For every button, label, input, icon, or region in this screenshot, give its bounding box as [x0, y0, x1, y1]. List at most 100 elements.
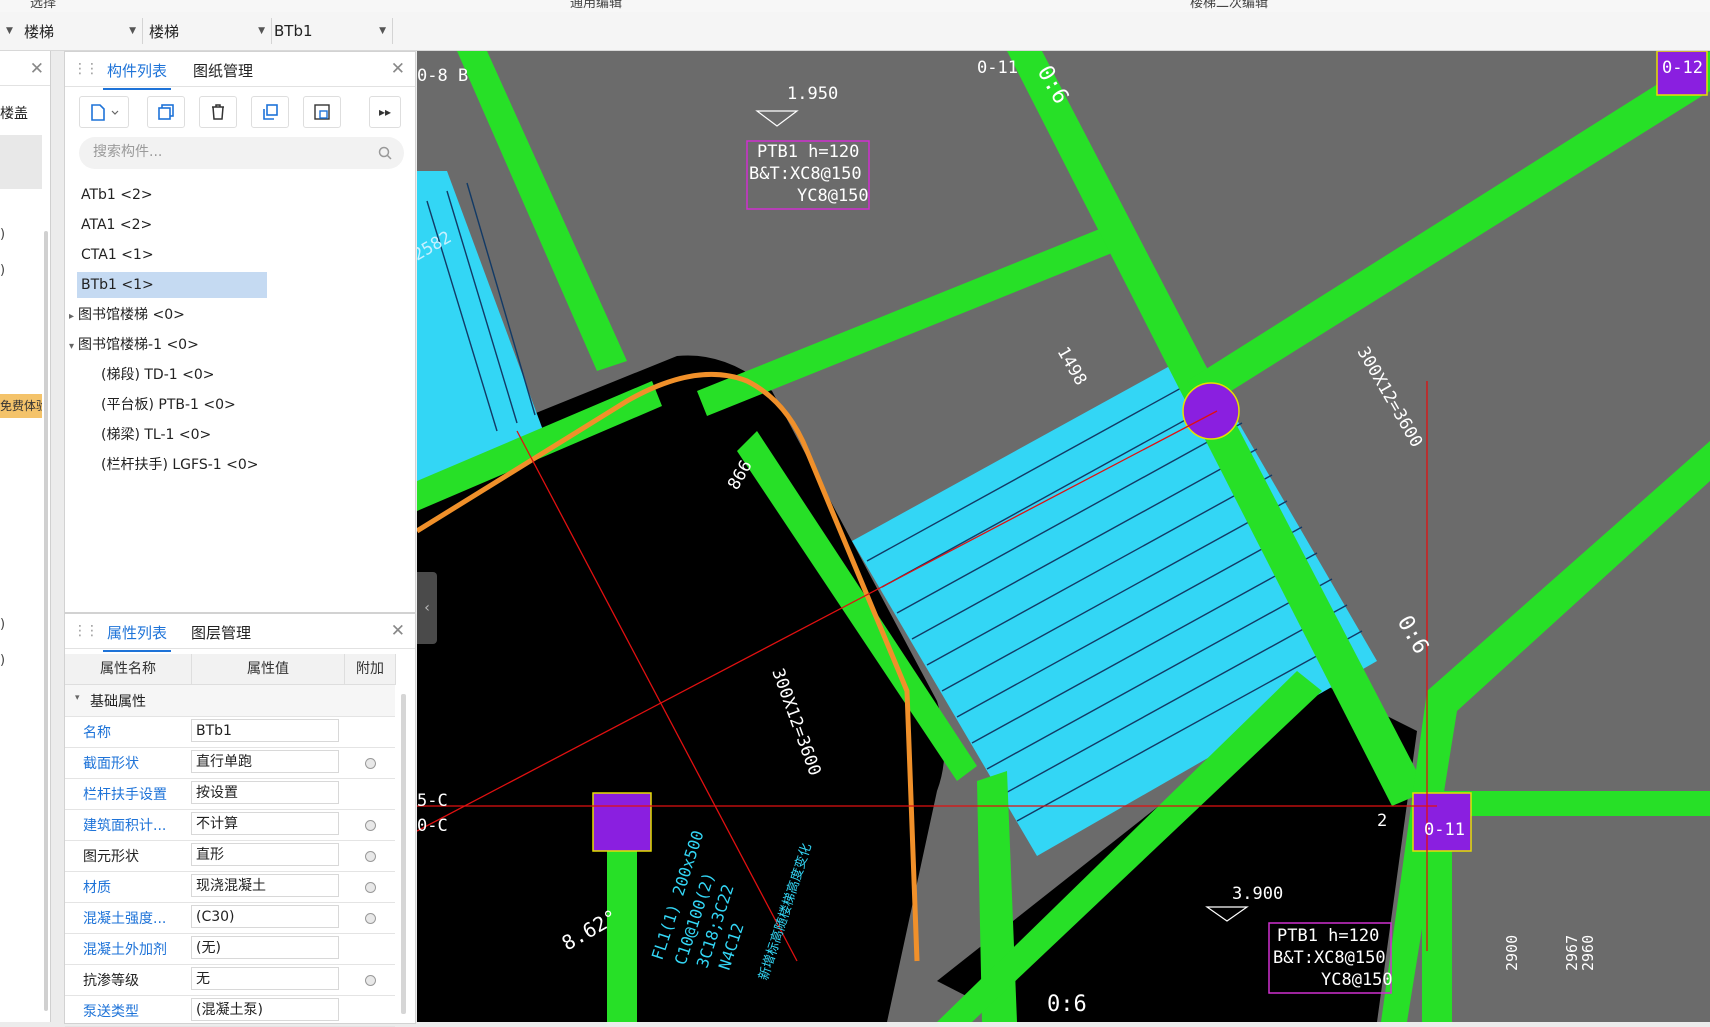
- property-row[interactable]: 名称 BTb1: [65, 716, 395, 748]
- extra-checkbox[interactable]: [365, 820, 376, 831]
- grid-label: 0-11: [1424, 820, 1465, 840]
- close-icon[interactable]: ✕: [391, 621, 405, 641]
- col-header-extra: 附加: [345, 654, 396, 685]
- property-row[interactable]: 混凝土外加剂 (无): [65, 933, 395, 965]
- slope-text: 0:6: [1047, 992, 1087, 1017]
- property-value-field[interactable]: 现浇混凝土: [191, 874, 339, 897]
- menu-item-general-edit[interactable]: 通用编辑: [570, 0, 622, 11]
- type-combo[interactable]: 楼梯 ▼: [143, 18, 272, 44]
- property-value-field[interactable]: (C30): [191, 905, 339, 928]
- tree-item[interactable]: (梯段) TD-1 <0>: [101, 362, 381, 388]
- tree-group[interactable]: ▸ 图书馆楼梯 <0>: [69, 302, 329, 328]
- chevron-left-icon: ‹: [424, 600, 430, 616]
- annotation-text: PTB1 h=120: [757, 142, 859, 162]
- drag-handle-icon[interactable]: ⋮⋮: [73, 61, 99, 77]
- chevron-right-icon[interactable]: ▸: [69, 311, 74, 322]
- tree-item[interactable]: ATA1 <2>: [77, 212, 271, 238]
- scrollbar[interactable]: [44, 231, 48, 1011]
- property-value-field[interactable]: 直行单跑: [191, 750, 339, 773]
- floor-combo[interactable]: ▼ 楼梯 ▼: [0, 18, 143, 44]
- double-chevron-icon: ▸▸: [378, 105, 392, 119]
- tree-group[interactable]: ▾ 图书馆楼梯-1 <0>: [69, 332, 329, 358]
- extra-checkbox[interactable]: [365, 851, 376, 862]
- tree-item[interactable]: (梯梁) TL-1 <0>: [101, 422, 381, 448]
- duplicate-button[interactable]: [251, 96, 289, 128]
- component-combo[interactable]: BTb1 ▼: [272, 18, 393, 44]
- nav-item-selected[interactable]: [0, 135, 42, 189]
- extra-checkbox[interactable]: [365, 882, 376, 893]
- property-value-field[interactable]: (无): [191, 936, 339, 959]
- close-icon[interactable]: ✕: [391, 59, 405, 79]
- grid-label: 0-11: [977, 58, 1018, 78]
- extra-checkbox[interactable]: [365, 975, 376, 986]
- tab-layer-management[interactable]: 图层管理: [191, 622, 251, 643]
- property-panel: ⋮⋮ 属性列表 图层管理 ✕ 属性名称 属性值 附加 ▾ 基础属性 名称 BTb1…: [64, 613, 416, 1027]
- level-marker: [755, 110, 799, 127]
- property-name: 抗渗等级: [83, 973, 139, 989]
- property-row[interactable]: 截面形状 直行单跑: [65, 747, 395, 779]
- tree-item-label: (栏杆扶手) LGFS-1 <0>: [101, 457, 259, 473]
- scrollbar[interactable]: [401, 694, 406, 1014]
- tree-item-label: 图书馆楼梯 <0>: [78, 307, 185, 323]
- property-value-field[interactable]: 直形: [191, 843, 339, 866]
- col-header-name: 属性名称: [65, 654, 192, 685]
- layers-icon: [263, 104, 278, 120]
- grid-label: 0-12: [1662, 58, 1703, 78]
- property-row[interactable]: 混凝土强度... (C30): [65, 902, 395, 934]
- component-panel-tabbar: ⋮⋮ 构件列表 图纸管理 ✕: [65, 52, 415, 90]
- chevron-down-icon[interactable]: ▾: [75, 693, 80, 703]
- search-input[interactable]: [91, 143, 365, 161]
- property-value-field[interactable]: 按设置: [191, 781, 339, 804]
- chevron-down-icon: ▼: [258, 26, 265, 36]
- drag-handle-icon[interactable]: ⋮⋮: [73, 623, 99, 639]
- annotation-text: B&T:XC8@150: [1273, 948, 1386, 968]
- property-name: 名称: [83, 725, 111, 741]
- chevron-down-icon: ▼: [379, 26, 386, 36]
- collapse-panel-handle[interactable]: ‹: [417, 572, 437, 644]
- nav-item-floor[interactable]: 楼盖: [0, 103, 28, 123]
- annotation-text: YC8@150: [1321, 970, 1393, 990]
- free-trial-badge[interactable]: 免费体验: [0, 394, 42, 418]
- property-row[interactable]: 建筑面积计... 不计算: [65, 809, 395, 841]
- property-name: 泵送类型: [83, 1004, 139, 1020]
- search-icon[interactable]: [378, 146, 392, 160]
- tree-item-selected[interactable]: BTb1 <1>: [77, 272, 267, 298]
- tree-item[interactable]: CTA1 <1>: [77, 242, 271, 268]
- property-row[interactable]: 泵送类型 (混凝土泵): [65, 995, 395, 1027]
- tree-item[interactable]: (平台板) PTB-1 <0>: [101, 392, 381, 418]
- tree-item[interactable]: (栏杆扶手) LGFS-1 <0>: [101, 452, 381, 478]
- property-value-field[interactable]: (混凝土泵): [191, 998, 339, 1021]
- new-component-button[interactable]: [79, 96, 129, 128]
- copy-button[interactable]: [147, 96, 185, 128]
- property-group-row[interactable]: ▾ 基础属性: [65, 685, 395, 717]
- property-value-field[interactable]: BTb1: [191, 719, 339, 742]
- menu-item-stair-edit[interactable]: 楼梯二次编辑: [1190, 0, 1268, 11]
- tree-item-label: (平台板) PTB-1 <0>: [101, 397, 236, 413]
- component-search[interactable]: [79, 137, 404, 169]
- tab-property-list[interactable]: 属性列表: [102, 622, 172, 652]
- more-tools-button[interactable]: ▸▸: [369, 96, 401, 128]
- tab-drawing-management[interactable]: 图纸管理: [193, 60, 253, 81]
- property-value-field[interactable]: 不计算: [191, 812, 339, 835]
- property-row[interactable]: 图元形状 直形: [65, 840, 395, 872]
- close-icon[interactable]: ✕: [30, 59, 44, 79]
- extra-checkbox[interactable]: [365, 758, 376, 769]
- menu-item-select[interactable]: 选择: [30, 0, 56, 11]
- dimension-text: 2900: [1503, 935, 1521, 971]
- extra-checkbox[interactable]: [365, 913, 376, 924]
- property-row[interactable]: 材质 现浇混凝土: [65, 871, 395, 903]
- tree-item-label: (梯梁) TL-1 <0>: [101, 427, 212, 443]
- delete-button[interactable]: [199, 96, 237, 128]
- tree-item-label: 图书馆楼梯-1 <0>: [78, 337, 199, 353]
- chevron-down-icon[interactable]: ▾: [69, 341, 74, 352]
- property-row[interactable]: 栏杆扶手设置 按设置: [65, 778, 395, 810]
- drawing-canvas[interactable]: 1.950 PTB1 h=120 B&T:XC8@150 YC8@150 3.9…: [417, 51, 1710, 1022]
- tab-component-list[interactable]: 构件列表: [102, 60, 172, 90]
- library-button[interactable]: [303, 96, 341, 128]
- property-row[interactable]: 抗渗等级 无: [65, 964, 395, 996]
- left-nav-panel: ✕ 楼盖 ) ) 免费体验 ) ): [0, 51, 51, 1022]
- tree-item[interactable]: ATb1 <2>: [77, 182, 271, 208]
- property-value-field[interactable]: 无: [191, 967, 339, 990]
- dimension-text: 300X12=3600: [1353, 344, 1427, 452]
- layer-toolbar: ▼ 楼梯 ▼ 楼梯 ▼ BTb1 ▼: [0, 12, 1710, 51]
